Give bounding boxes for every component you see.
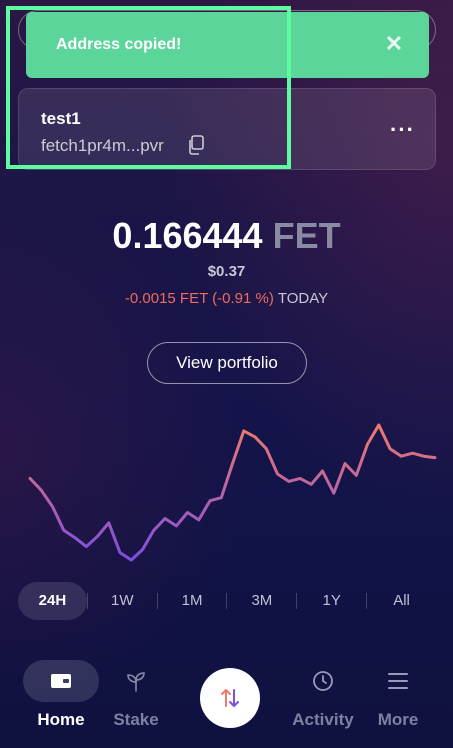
balance-display: 0.166444 FET (0, 215, 453, 257)
balance-usd: $0.37 (207, 263, 246, 280)
clock-icon (283, 660, 363, 702)
balance-change: -0.0015 FET (-0.91 %) TODAY (0, 290, 453, 307)
sprout-icon (96, 660, 176, 702)
nav-more[interactable]: More (358, 660, 438, 730)
nav-stake[interactable]: Stake (96, 660, 176, 730)
close-icon[interactable]: ✕ (383, 33, 405, 55)
nav-home[interactable]: Home (21, 660, 101, 730)
copy-icon[interactable] (187, 135, 205, 155)
range-1m[interactable]: 1M (158, 582, 227, 620)
range-3m[interactable]: 3M (227, 582, 296, 620)
time-range-selector: 24H 1W 1M 3M 1Y All (18, 582, 436, 620)
swap-arrows-icon (221, 689, 239, 707)
price-line (28, 423, 437, 562)
balance-amount: 0.166444 (112, 215, 263, 256)
toast-message: Address copied! (56, 36, 182, 53)
range-all[interactable]: All (367, 582, 436, 620)
account-name: test1 (41, 109, 81, 128)
wallet-home-screen: Address copied! ✕ test1 fetch1pr4m...pvr… (0, 0, 453, 748)
nav-activity[interactable]: Activity (283, 660, 363, 730)
nav-activity-label: Activity (292, 710, 354, 729)
more-horizontal-icon[interactable]: ··· (390, 117, 415, 143)
range-1y[interactable]: 1Y (297, 582, 366, 620)
account-address[interactable]: fetch1pr4m...pvr (41, 136, 164, 156)
account-card[interactable]: test1 fetch1pr4m...pvr ··· (18, 88, 436, 170)
toast-notification: Address copied! ✕ (26, 12, 429, 78)
change-period: TODAY (277, 290, 329, 307)
view-portfolio-button[interactable]: View portfolio (147, 342, 307, 384)
balance-currency: FET (272, 215, 341, 256)
nav-stake-label: Stake (113, 710, 159, 729)
range-1w[interactable]: 1W (88, 582, 157, 620)
range-24h[interactable]: 24H (18, 582, 87, 620)
menu-icon (358, 660, 438, 702)
swap-button[interactable] (200, 668, 260, 728)
nav-home-label: Home (37, 710, 85, 729)
nav-more-label: More (377, 710, 419, 729)
wallet-icon (23, 660, 99, 702)
change-value: -0.0015 FET (-0.91 %) (124, 290, 274, 307)
price-chart[interactable] (0, 400, 453, 575)
